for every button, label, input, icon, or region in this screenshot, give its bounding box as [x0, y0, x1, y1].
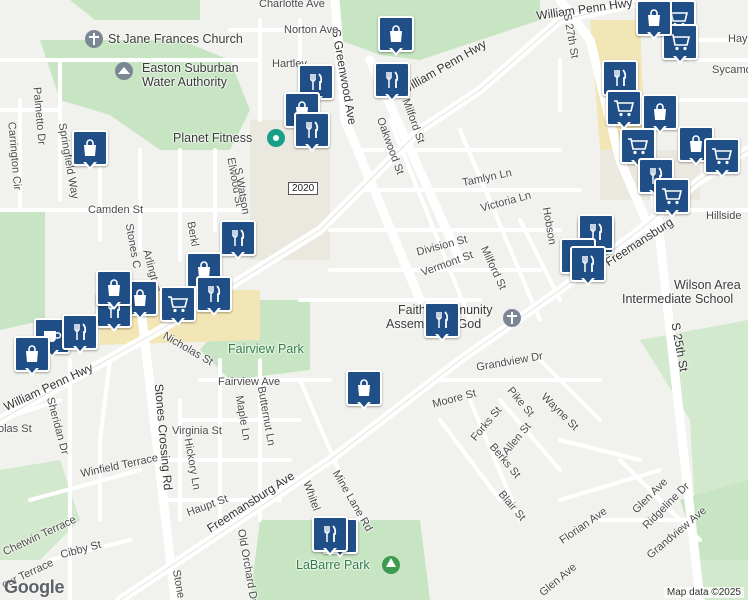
grocery-cart-pin[interactable]	[160, 286, 196, 326]
restaurant-pin[interactable]	[312, 516, 348, 556]
hillside-label: Hillside	[706, 210, 742, 222]
restaurant-pin[interactable]	[374, 62, 410, 102]
restaurant-pin[interactable]	[196, 276, 232, 316]
fairview-park-label: Fairview Park	[228, 342, 304, 356]
labarre-park-label: LaBarre Park	[296, 558, 370, 572]
grocery-cart-pin[interactable]	[606, 90, 642, 130]
restaurant-pin[interactable]	[220, 220, 256, 260]
grocery-cart-pin[interactable]	[704, 138, 740, 178]
shopping-bag-pin[interactable]	[636, 0, 672, 40]
route-shield: 2020	[288, 182, 319, 195]
shopping-bag-pin[interactable]	[346, 370, 382, 410]
restaurant-pin[interactable]	[294, 112, 330, 152]
restaurant-pin[interactable]	[570, 246, 606, 286]
restaurant-pin[interactable]	[424, 302, 460, 342]
shopping-bag-pin[interactable]	[14, 336, 50, 376]
sycamore-label: Sycamo	[712, 64, 748, 76]
shopping-bag-pin[interactable]	[72, 130, 108, 170]
wilson-label-1: Wilson Area	[674, 278, 741, 292]
nicholas-left-label: olas St	[0, 423, 32, 435]
wilson-label-2: Intermediate School	[622, 292, 734, 306]
planet-fitness-label: Planet Fitness	[173, 131, 253, 145]
norton-label: Norton Ave	[284, 24, 339, 36]
google-logo: Google	[4, 577, 65, 597]
water-authority-label-1: Easton Suburban	[142, 61, 239, 75]
map-canvas[interactable]: St Jane Frances Church Easton Suburban W…	[0, 0, 748, 600]
charlotte-label: Charlotte Ave	[259, 0, 325, 10]
shopping-bag-pin[interactable]	[642, 94, 678, 134]
fairview-ave-label: Fairview Ave	[218, 376, 281, 388]
church-label: St Jane Frances Church	[108, 32, 243, 46]
virginia-label: Virginia St	[172, 425, 222, 437]
restaurant-pin[interactable]	[62, 314, 98, 354]
shopping-bag-pin[interactable]	[378, 16, 414, 56]
water-authority-label-2: Water Authority	[142, 75, 227, 89]
hay-label: Hay	[728, 33, 748, 45]
map-attribution[interactable]: Map data ©2025	[663, 587, 744, 598]
grocery-cart-pin[interactable]	[654, 178, 690, 218]
shopping-bag-pin[interactable]	[96, 270, 132, 310]
camden-label: Camden St	[88, 204, 144, 216]
